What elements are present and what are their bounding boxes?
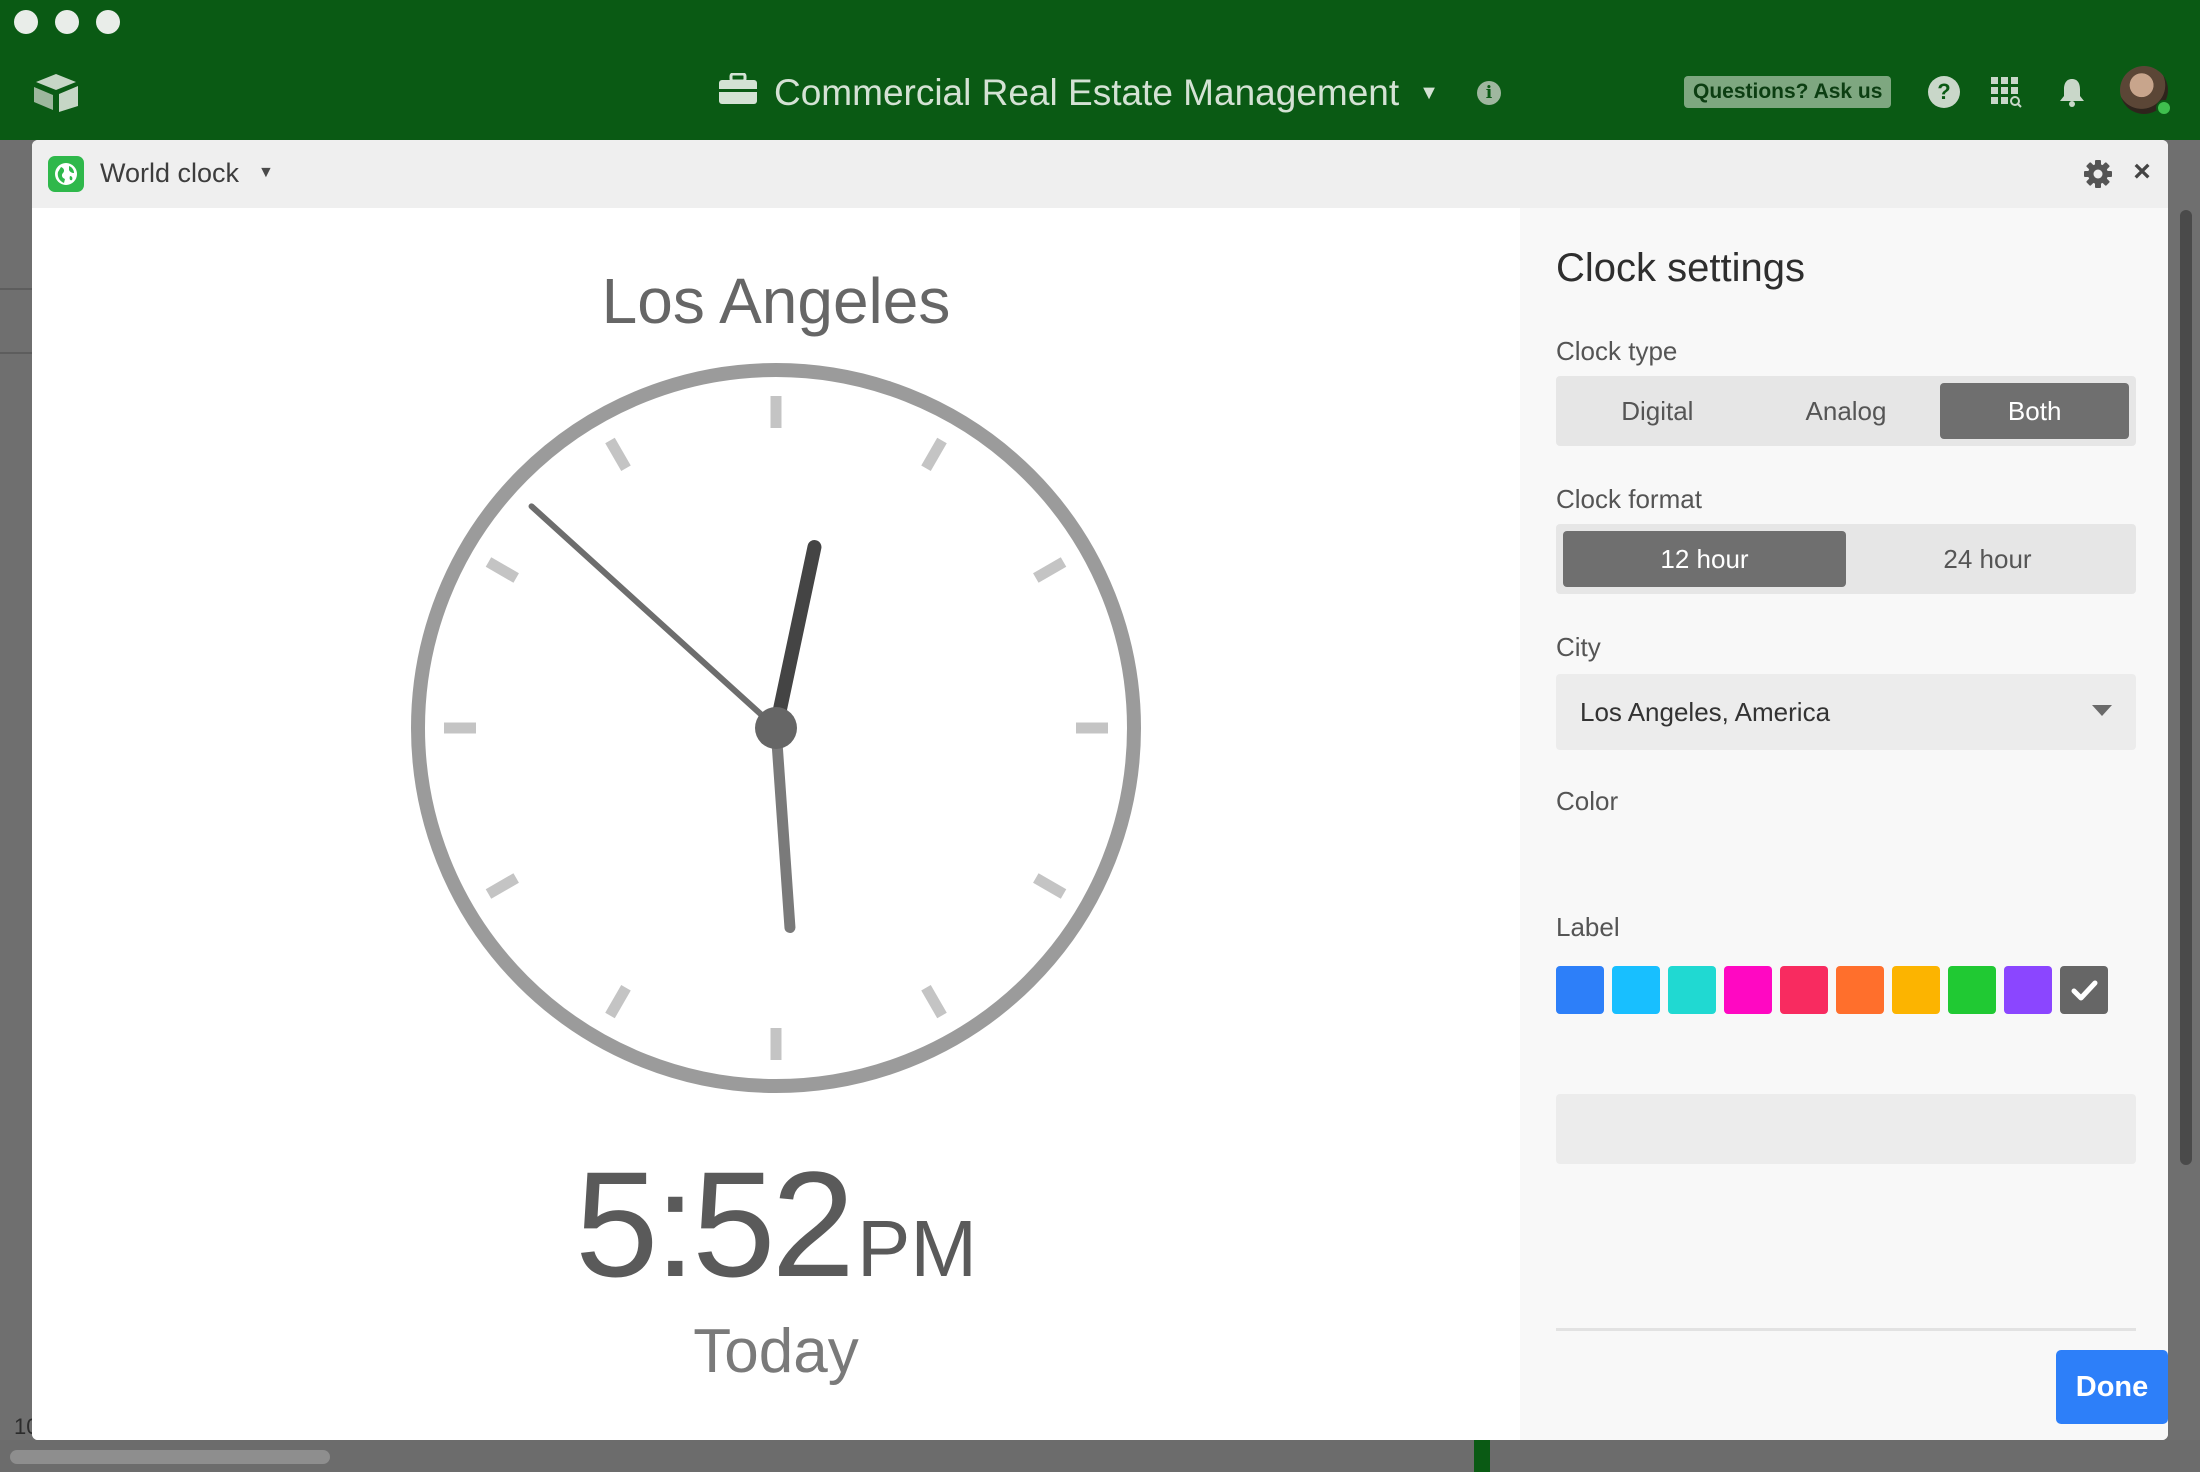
base-title: Commercial Real Estate Management [774, 72, 1400, 113]
background-vertical-scrollbar[interactable] [2180, 210, 2192, 1165]
color-swatch[interactable] [1556, 966, 1604, 1014]
help-icon[interactable]: ? [1928, 76, 1960, 108]
world-clock-block-modal: World clock ▼ × Los Angeles 5:52PM Today… [32, 140, 2168, 1440]
color-swatch[interactable] [1612, 966, 1660, 1014]
label-input[interactable] [1556, 1094, 2136, 1164]
clock-format-segmented-control: 12 hour 24 hour [1556, 524, 2136, 594]
bell-icon[interactable] [2056, 76, 2088, 108]
color-swatch[interactable] [1668, 966, 1716, 1014]
airtable-logo-icon[interactable] [32, 72, 80, 117]
clock-center-pin [755, 707, 797, 749]
window-minimize-dot[interactable] [55, 10, 79, 34]
checkmark-icon [2060, 966, 2108, 1014]
color-swatch[interactable] [1836, 966, 1884, 1014]
window-close-dot[interactable] [14, 10, 38, 34]
online-status-indicator [2156, 100, 2172, 116]
window-zoom-dot[interactable] [96, 10, 120, 34]
ask-us-button[interactable]: Questions? Ask us [1684, 76, 1892, 108]
color-swatch[interactable] [2060, 966, 2108, 1014]
background-horizontal-scrollbar[interactable] [10, 1450, 330, 1464]
clock-city-title: Los Angeles [601, 265, 951, 337]
clock-format-label: Clock format [1556, 484, 1702, 514]
background-grid-line [0, 288, 32, 290]
clock-type-option-digital[interactable]: Digital [1563, 383, 1752, 439]
clock-format-option-24-hour[interactable]: 24 hour [1846, 531, 2129, 587]
color-swatch[interactable] [1724, 966, 1772, 1014]
settings-title: Clock settings [1556, 246, 1805, 290]
color-swatch[interactable] [1780, 966, 1828, 1014]
color-swatch-picker [1556, 966, 2108, 1014]
analog-clock [411, 363, 1141, 1093]
dropdown-arrow-icon [2092, 705, 2112, 716]
clock-format-option-12-hour[interactable]: 12 hour [1563, 531, 1846, 587]
background-grid-left [0, 140, 32, 1472]
clock-day-label: Today [693, 1317, 859, 1386]
app-header: Commercial Real Estate Management ▼ i Qu… [0, 0, 2200, 140]
color-swatch[interactable] [2004, 966, 2052, 1014]
close-icon[interactable]: × [2126, 156, 2158, 188]
color-swatch[interactable] [1892, 966, 1940, 1014]
block-header: World clock ▼ × [32, 140, 2168, 208]
globe-icon [48, 156, 84, 192]
background-accent-bar [1474, 1440, 1490, 1472]
clock-type-option-both[interactable]: Both [1940, 383, 2130, 439]
clock-type-label: Clock type [1556, 336, 1678, 366]
label-field-label: Label [1556, 912, 1620, 942]
chevron-down-icon[interactable]: ▼ [258, 164, 274, 182]
base-title-menu[interactable]: Commercial Real Estate Management ▼ i [718, 68, 1501, 118]
info-icon[interactable]: i [1476, 81, 1501, 105]
color-swatch[interactable] [1948, 966, 1996, 1014]
digital-time: 5:52PM [32, 1138, 1520, 1311]
window-controls [14, 10, 120, 34]
briefcase-icon [718, 72, 758, 114]
clock-type-segmented-control: Digital Analog Both [1556, 376, 2136, 446]
background-footer [0, 1440, 2200, 1472]
city-select-value: Los Angeles, America [1580, 696, 1831, 727]
color-label: Color [1556, 786, 1619, 816]
city-label: City [1556, 632, 1601, 662]
digital-time-value: 5:52 [575, 1140, 855, 1308]
block-name[interactable]: World clock [100, 158, 239, 189]
apps-grid-icon[interactable] [1990, 76, 2022, 108]
digital-time-ampm: PM [856, 1204, 977, 1293]
clock-settings-panel: Clock settings Clock type Digital Analog… [1520, 208, 2168, 1440]
clock-display-pane: Los Angeles 5:52PM Today [32, 208, 1520, 1440]
city-select[interactable]: Los Angeles, America [1556, 674, 2136, 750]
gear-icon[interactable] [2082, 158, 2114, 190]
clock-type-option-analog[interactable]: Analog [1752, 383, 1941, 439]
chevron-down-icon: ▼ [1419, 81, 1439, 104]
settings-divider [1556, 1328, 2136, 1331]
done-button[interactable]: Done [2056, 1350, 2168, 1424]
background-grid-line [0, 352, 32, 354]
